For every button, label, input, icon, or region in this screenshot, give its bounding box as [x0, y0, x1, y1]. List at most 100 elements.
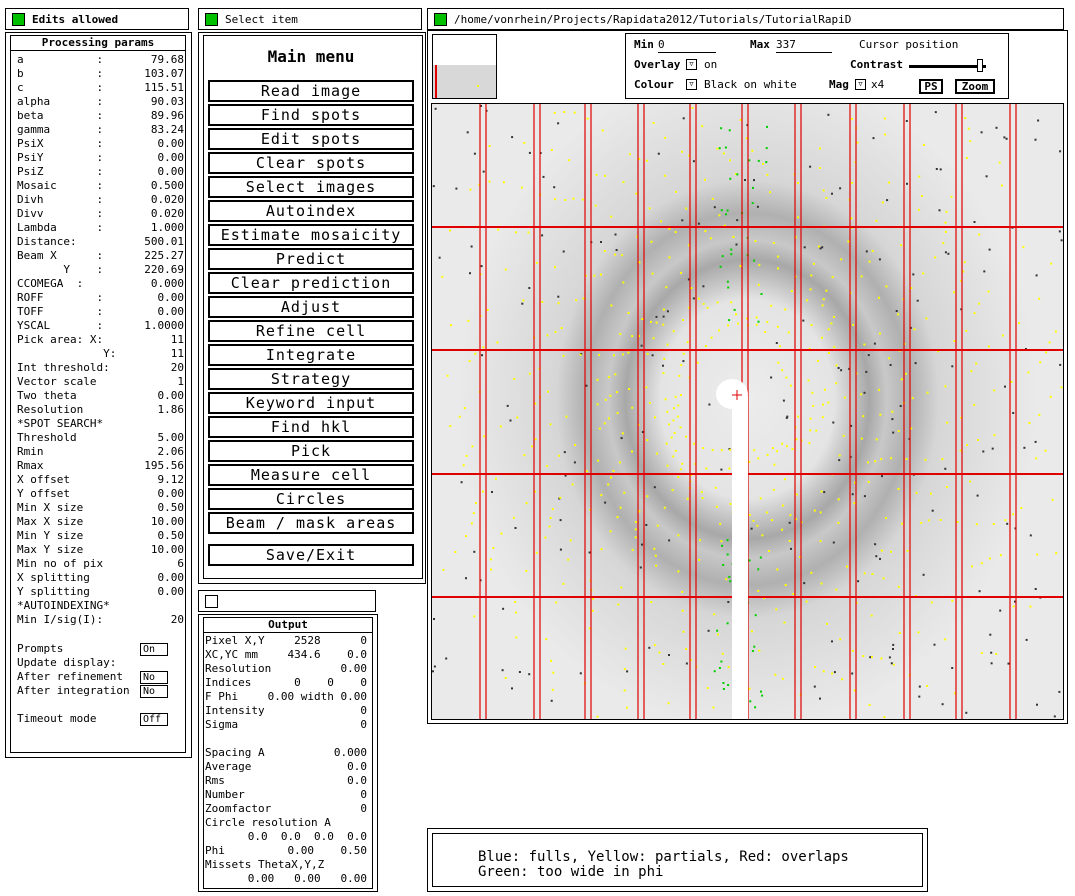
menu-status-icon[interactable]	[205, 13, 218, 26]
diffraction-image[interactable]	[431, 103, 1064, 720]
colour-dropdown-icon[interactable]: ▽	[686, 79, 697, 90]
timeout-toggle[interactable]: Off	[140, 713, 168, 726]
param-value[interactable]: 0.00	[158, 291, 185, 305]
menu-button[interactable]: Clear spots	[208, 152, 414, 174]
save-exit-button[interactable]: Save/Exit	[208, 544, 414, 566]
reflection-spot	[922, 573, 925, 576]
param-label: Min Y size	[17, 529, 84, 542]
param-value[interactable]: 225.27	[144, 249, 184, 263]
param-value[interactable]: 1.000	[151, 221, 184, 235]
partial-spot	[775, 608, 778, 611]
param-value[interactable]: 0.50	[158, 529, 185, 543]
param-value[interactable]: 10.00	[151, 543, 184, 557]
partial-spot	[680, 394, 682, 396]
menu-button[interactable]: Strategy	[208, 368, 414, 390]
param-value[interactable]: 500.01	[144, 235, 184, 249]
param-value[interactable]: 10.00	[151, 515, 184, 529]
partial-spot	[711, 449, 714, 451]
output-status-icon[interactable]	[205, 595, 218, 608]
partial-spot	[1027, 371, 1030, 374]
partial-spot	[612, 354, 615, 357]
param-value[interactable]: 0.000	[151, 277, 184, 291]
contrast-slider[interactable]	[909, 59, 986, 72]
param-value[interactable]: 11	[171, 333, 184, 347]
param-value[interactable]: 1	[177, 375, 184, 389]
image-thumbnail[interactable]	[432, 34, 497, 99]
param-value[interactable]: 220.69	[144, 263, 184, 277]
param-value[interactable]: 0.020	[151, 193, 184, 207]
partial-spot	[815, 429, 818, 432]
menu-button[interactable]: Autoindex	[208, 200, 414, 222]
partial-spot	[653, 644, 656, 647]
overlay-dropdown-icon[interactable]: ▽	[686, 59, 697, 70]
menu-button[interactable]: Circles	[208, 488, 414, 510]
partial-spot	[680, 364, 683, 367]
menu-button[interactable]: Select images	[208, 176, 414, 198]
partial-spot	[681, 609, 684, 612]
param-value[interactable]: 20	[171, 613, 184, 627]
min-input[interactable]: 0	[658, 38, 716, 53]
param-value[interactable]: 103.07	[144, 67, 184, 81]
param-value[interactable]: 2.06	[158, 445, 185, 459]
param-value[interactable]: 0.00	[158, 137, 185, 151]
reflection-spot	[666, 310, 669, 313]
param-value[interactable]: 0.00	[158, 151, 185, 165]
mag-dropdown-icon[interactable]: ▽	[855, 79, 866, 90]
param-value[interactable]: 5.00	[158, 431, 185, 445]
param-value[interactable]: 90.03	[151, 95, 184, 109]
param-value[interactable]: 0.00	[158, 487, 185, 501]
status-indicator-icon[interactable]	[12, 13, 25, 26]
menu-button[interactable]: Pick	[208, 440, 414, 462]
menu-button[interactable]: Keyword input	[208, 392, 414, 414]
param-value[interactable]: 83.24	[151, 123, 184, 137]
image-status-icon[interactable]	[434, 13, 447, 26]
param-value[interactable]: 1.0000	[144, 319, 184, 333]
menu-button[interactable]: Clear prediction	[208, 272, 414, 294]
partial-spot	[892, 663, 895, 666]
menu-button[interactable]: Refine cell	[208, 320, 414, 342]
partial-spot	[678, 374, 681, 377]
menu-button[interactable]: Find hkl	[208, 416, 414, 438]
param-value[interactable]: 0.500	[151, 179, 184, 193]
zoom-button[interactable]: Zoom	[955, 79, 995, 94]
param-value[interactable]: 0.00	[158, 165, 185, 179]
prompts-toggle[interactable]: On	[140, 643, 168, 656]
partial-spot	[1060, 386, 1063, 389]
menu-button[interactable]: Estimate mosaicity	[208, 224, 414, 246]
menu-button[interactable]: Beam / mask areas	[208, 512, 414, 534]
max-input[interactable]: 337	[776, 38, 832, 53]
param-value[interactable]: 79.68	[151, 53, 184, 67]
partial-spot	[665, 286, 668, 289]
menu-button[interactable]: Integrate	[208, 344, 414, 366]
partial-spot	[546, 465, 549, 468]
param-value[interactable]: 20	[171, 361, 184, 375]
param-value[interactable]: 115.51	[144, 81, 184, 95]
partial-spot	[685, 435, 687, 438]
param-value[interactable]: 0.00	[158, 389, 185, 403]
param-label: Y :	[17, 263, 104, 276]
contrast-slider-handle[interactable]	[976, 59, 983, 72]
menu-button[interactable]: Find spots	[208, 104, 414, 126]
partial-spot	[906, 549, 909, 552]
after-refinement-toggle[interactable]: No	[140, 671, 168, 684]
menu-button[interactable]: Read image	[208, 80, 414, 102]
partial-spot	[778, 345, 781, 348]
menu-button[interactable]: Predict	[208, 248, 414, 270]
menu-button[interactable]: Edit spots	[208, 128, 414, 150]
param-value[interactable]: 9.12	[158, 473, 185, 487]
param-value[interactable]: 1.86	[158, 403, 185, 417]
menu-button[interactable]: Adjust	[208, 296, 414, 318]
ps-button[interactable]: PS	[919, 79, 943, 94]
param-value[interactable]: 0.50	[158, 501, 185, 515]
param-value[interactable]: 0.00	[158, 585, 185, 599]
param-value[interactable]: 0.00	[158, 305, 185, 319]
param-value[interactable]: 195.56	[144, 459, 184, 473]
param-value[interactable]: 0.020	[151, 207, 184, 221]
menu-button[interactable]: Measure cell	[208, 464, 414, 486]
param-value[interactable]: 11	[171, 347, 184, 361]
output-value: 0.0	[347, 774, 367, 787]
param-value[interactable]: 6	[177, 557, 184, 571]
param-value[interactable]: 89.96	[151, 109, 184, 123]
after-integration-toggle[interactable]: No	[140, 685, 168, 698]
param-value[interactable]: 0.00	[158, 571, 185, 585]
